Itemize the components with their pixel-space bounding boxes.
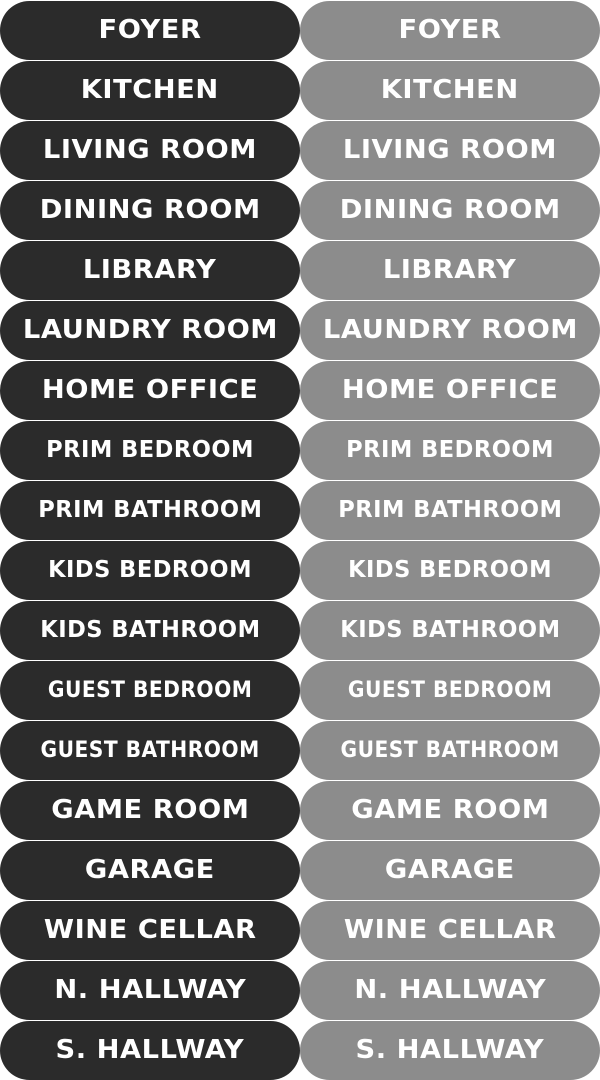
label-grey-library: LIBRARY xyxy=(300,240,600,300)
label-grey-kitchen: KITCHEN xyxy=(300,60,600,120)
label-grey-guest-bedroom: GUEST BEDROOM xyxy=(300,660,600,720)
label-text: LIVING ROOM xyxy=(42,135,257,165)
label-dark-game-room: GAME ROOM xyxy=(0,780,300,840)
label-text: HOME OFFICE xyxy=(341,375,559,405)
label-grey-living-room: LIVING ROOM xyxy=(300,120,600,180)
label-text: GARAGE xyxy=(85,855,215,885)
label-dark-kids-bedroom: KIDS BEDROOM xyxy=(0,540,300,600)
label-text: S. HALLWAY xyxy=(55,1035,245,1065)
label-text: N. HALLWAY xyxy=(54,975,246,1005)
label-grey-kids-bathroom: KIDS BATHROOM xyxy=(300,600,600,660)
label-text: GAME ROOM xyxy=(350,795,550,825)
label-dark-foyer: FOYER xyxy=(0,0,300,60)
label-text: LAUNDRY ROOM xyxy=(22,315,278,345)
label-grey-prim-bathroom: PRIM BATHROOM xyxy=(300,480,600,540)
label-text: KIDS BEDROOM xyxy=(348,557,552,583)
label-sheet: FOYER FOYER KITCHEN KITCHEN LIVING ROOM … xyxy=(0,0,600,1080)
label-text: LIBRARY xyxy=(83,255,217,285)
label-dark-home-office: HOME OFFICE xyxy=(0,360,300,420)
label-text: N. HALLWAY xyxy=(354,975,546,1005)
label-text: GUEST BEDROOM xyxy=(347,677,553,703)
label-text: KIDS BEDROOM xyxy=(48,557,252,583)
label-dark-prim-bathroom: PRIM BATHROOM xyxy=(0,480,300,540)
label-text: GAME ROOM xyxy=(50,795,250,825)
label-text: PRIM BEDROOM xyxy=(346,437,554,463)
label-grey-dining-room: DINING ROOM xyxy=(300,180,600,240)
label-text: GUEST BATHROOM xyxy=(40,737,260,763)
label-text: S. HALLWAY xyxy=(355,1035,545,1065)
label-text: PRIM BATHROOM xyxy=(337,497,563,523)
label-text: FOYER xyxy=(98,15,202,45)
label-grey-game-room: GAME ROOM xyxy=(300,780,600,840)
label-text: KIDS BATHROOM xyxy=(339,617,561,643)
label-dark-guest-bedroom: GUEST BEDROOM xyxy=(0,660,300,720)
label-dark-kitchen: KITCHEN xyxy=(0,60,300,120)
label-dark-guest-bathroom: GUEST BATHROOM xyxy=(0,720,300,780)
label-text: WINE CELLAR xyxy=(343,915,557,945)
label-dark-kids-bathroom: KIDS BATHROOM xyxy=(0,600,300,660)
label-dark-living-room: LIVING ROOM xyxy=(0,120,300,180)
label-grey-home-office: HOME OFFICE xyxy=(300,360,600,420)
label-grey-wine-cellar: WINE CELLAR xyxy=(300,900,600,960)
label-text: KITCHEN xyxy=(80,75,219,105)
label-text: GUEST BEDROOM xyxy=(47,677,253,703)
label-grey-n-hallway: N. HALLWAY xyxy=(300,960,600,1020)
label-dark-dining-room: DINING ROOM xyxy=(0,180,300,240)
label-text: LIBRARY xyxy=(383,255,517,285)
label-text: KIDS BATHROOM xyxy=(39,617,261,643)
label-dark-laundry-room: LAUNDRY ROOM xyxy=(0,300,300,360)
label-text: KITCHEN xyxy=(380,75,519,105)
label-text: LAUNDRY ROOM xyxy=(322,315,578,345)
label-text: FOYER xyxy=(398,15,502,45)
label-grey-s-hallway: S. HALLWAY xyxy=(300,1020,600,1080)
label-dark-wine-cellar: WINE CELLAR xyxy=(0,900,300,960)
label-dark-garage: GARAGE xyxy=(0,840,300,900)
label-text: PRIM BATHROOM xyxy=(37,497,263,523)
label-grey-garage: GARAGE xyxy=(300,840,600,900)
label-dark-s-hallway: S. HALLWAY xyxy=(0,1020,300,1080)
label-grey-prim-bedroom: PRIM BEDROOM xyxy=(300,420,600,480)
label-grey-foyer: FOYER xyxy=(300,0,600,60)
label-dark-n-hallway: N. HALLWAY xyxy=(0,960,300,1020)
label-grey-guest-bathroom: GUEST BATHROOM xyxy=(300,720,600,780)
label-text: LIVING ROOM xyxy=(342,135,557,165)
label-text: WINE CELLAR xyxy=(43,915,257,945)
label-text: HOME OFFICE xyxy=(41,375,259,405)
label-text: DINING ROOM xyxy=(339,195,561,225)
label-dark-prim-bedroom: PRIM BEDROOM xyxy=(0,420,300,480)
label-text: GUEST BATHROOM xyxy=(340,737,560,763)
label-grey-laundry-room: LAUNDRY ROOM xyxy=(300,300,600,360)
label-dark-library: LIBRARY xyxy=(0,240,300,300)
label-grey-kids-bedroom: KIDS BEDROOM xyxy=(300,540,600,600)
label-text: DINING ROOM xyxy=(39,195,261,225)
label-text: GARAGE xyxy=(385,855,515,885)
label-text: PRIM BEDROOM xyxy=(46,437,254,463)
